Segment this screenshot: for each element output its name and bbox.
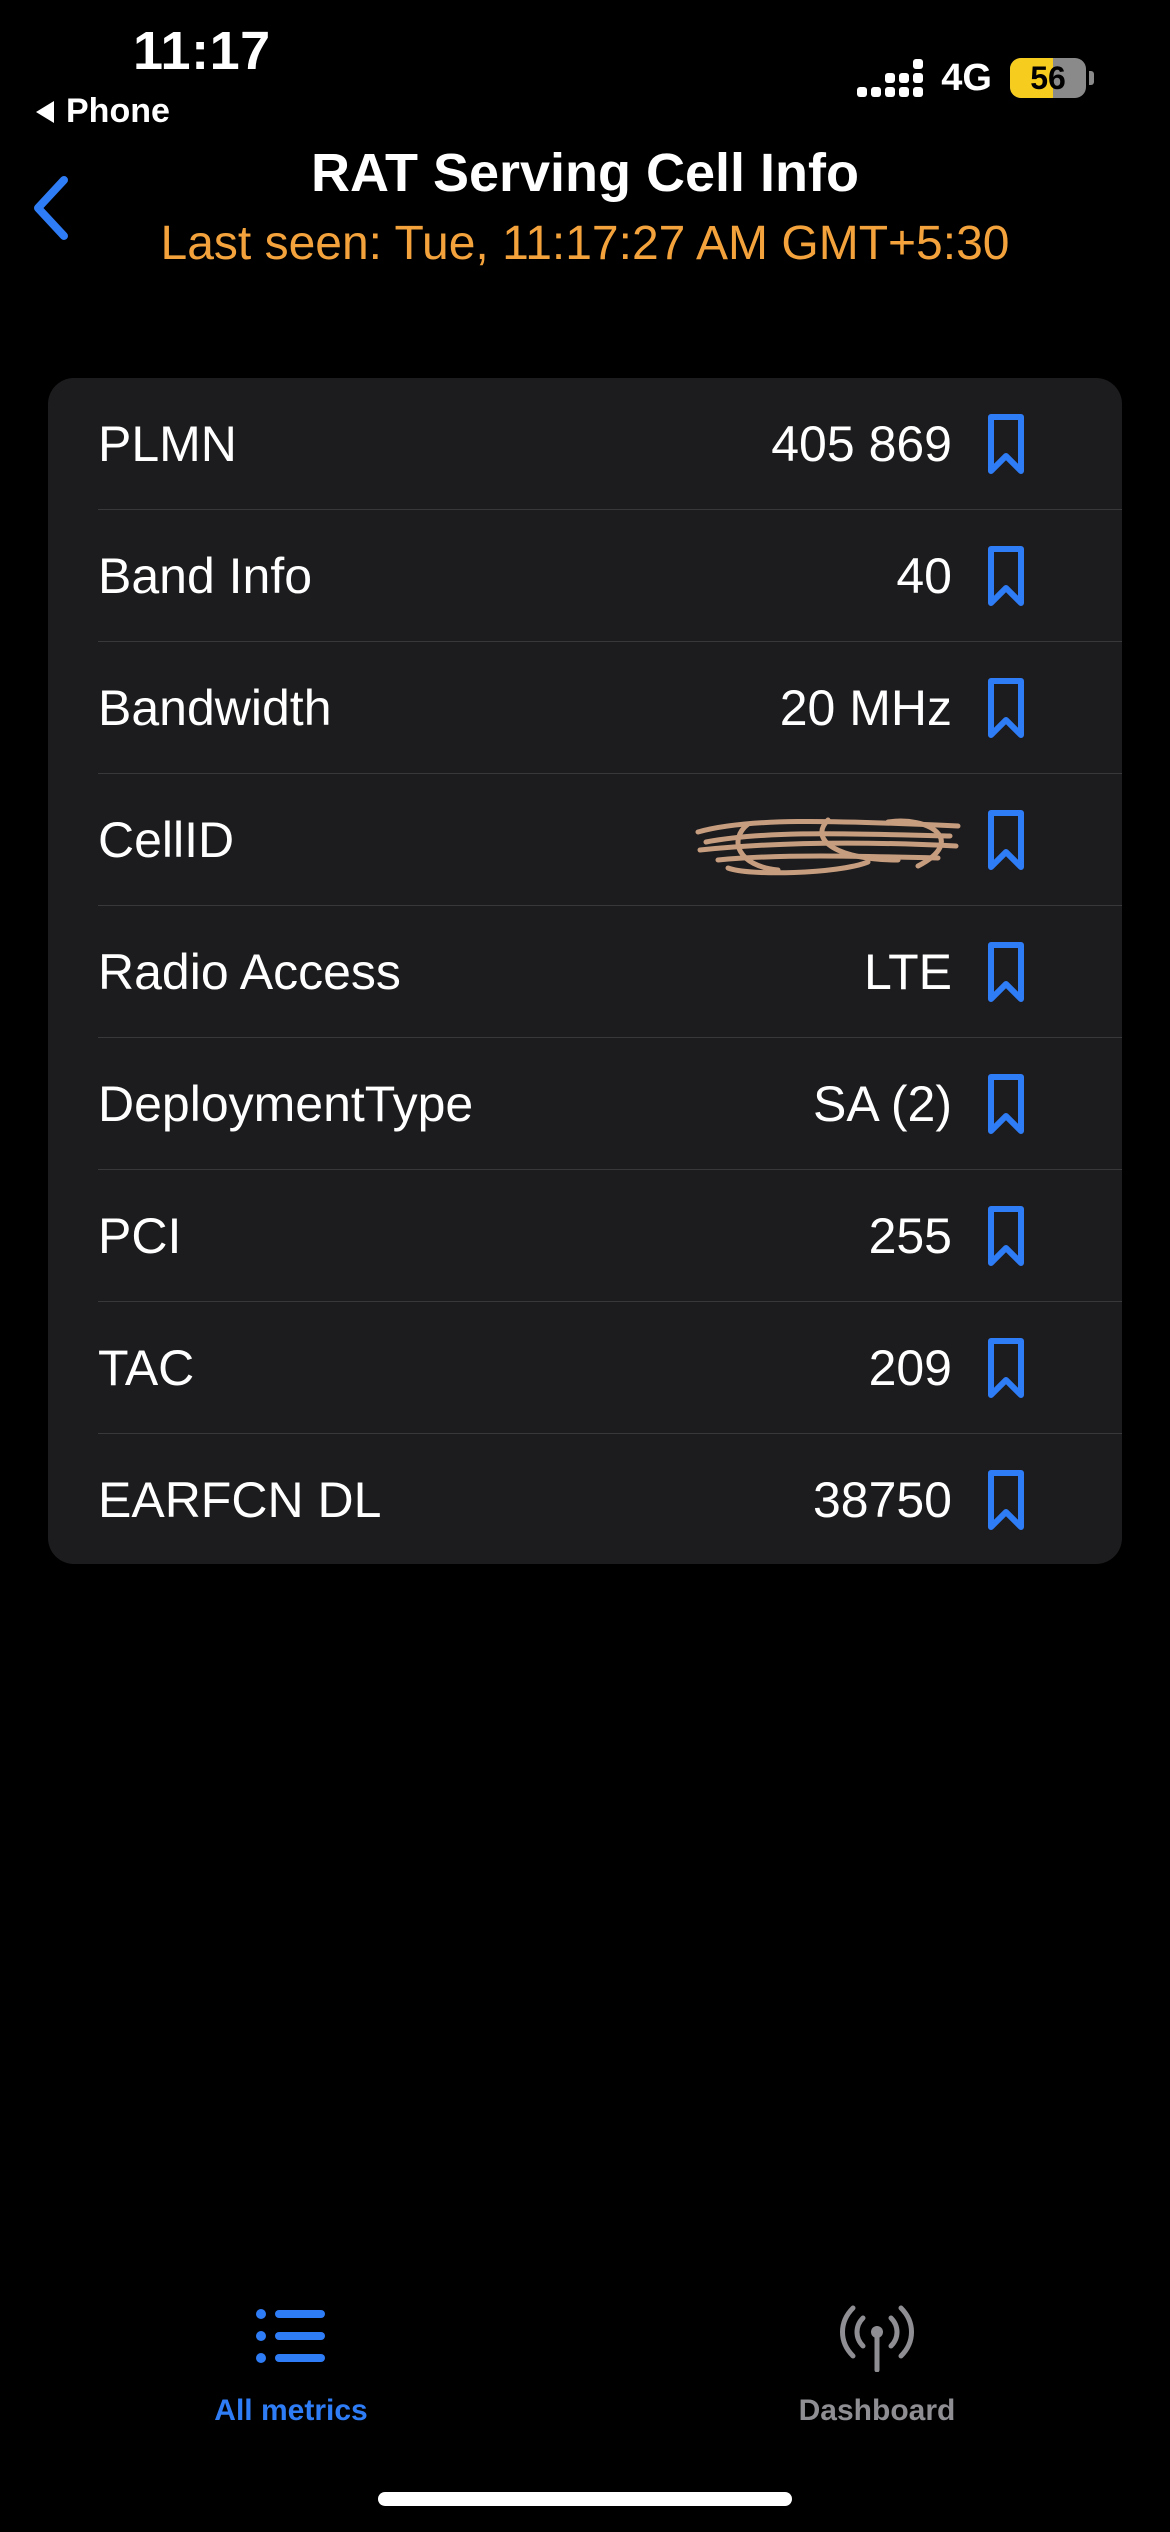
info-row-bandwidth: Bandwidth 20 MHz (48, 642, 1122, 774)
info-row-tac: TAC 209 (48, 1302, 1122, 1434)
row-label: DeploymentType (98, 1076, 474, 1132)
tab-label: Dashboard (798, 2394, 956, 2427)
tab-all-metrics[interactable]: All metrics (161, 2300, 421, 2428)
row-value: 405 869 (771, 416, 952, 472)
page-title: RAT Serving Cell Info (310, 143, 860, 203)
bookmark-icon[interactable] (986, 1072, 1026, 1136)
bookmark-icon[interactable] (986, 1204, 1026, 1268)
info-row-deployment-type: DeploymentType SA (2) (48, 1038, 1122, 1170)
bookmark-icon[interactable] (986, 412, 1026, 476)
tab-label: All metrics (214, 2394, 368, 2427)
info-row-cellid: CellID (48, 774, 1122, 906)
row-label: CellID (98, 812, 235, 868)
back-triangle-icon (36, 100, 54, 123)
row-label: PLMN (98, 416, 237, 472)
bookmark-icon[interactable] (986, 1336, 1026, 1400)
row-value: 255 (868, 1208, 952, 1264)
status-time: 11:17 (133, 21, 271, 81)
status-indicators: 4G 56 (857, 55, 1094, 101)
info-row-band-info: Band Info 40 (48, 510, 1122, 642)
bookmark-icon[interactable] (986, 940, 1026, 1004)
row-label: Bandwidth (98, 680, 332, 736)
bookmark-icon[interactable] (986, 676, 1026, 740)
row-label: TAC (98, 1340, 195, 1396)
cellular-signal-icon (857, 59, 924, 97)
row-value: 20 MHz (779, 680, 952, 736)
cell-info-card: PLMN 405 869 Band Info 40 Bandwidth 20 M… (48, 378, 1122, 1564)
row-label: Radio Access (98, 944, 401, 1000)
bookmark-icon[interactable] (986, 1468, 1026, 1532)
row-value: 40 (896, 548, 952, 604)
info-row-earfcn-dl: EARFCN DL 38750 (48, 1434, 1122, 1564)
info-row-plmn: PLMN 405 869 (48, 378, 1122, 510)
row-value: LTE (864, 944, 952, 1000)
list-icon (256, 2309, 325, 2363)
row-value: 209 (868, 1340, 952, 1396)
last-seen-subtitle: Last seen: Tue, 11:17:27 AM GMT+5:30 (160, 217, 1010, 270)
redaction-scribble (695, 817, 961, 876)
row-label: Band Info (98, 548, 313, 604)
row-label: EARFCN DL (98, 1472, 382, 1528)
bookmark-icon[interactable] (986, 544, 1026, 608)
battery-percentage: 56 (1030, 59, 1066, 96)
network-type: 4G (941, 56, 992, 99)
tab-dashboard[interactable]: Dashboard (747, 2300, 1007, 2428)
battery-icon: 56 (1010, 58, 1094, 98)
row-label: PCI (98, 1208, 182, 1264)
home-indicator[interactable] (378, 2492, 792, 2506)
bookmark-icon[interactable] (986, 808, 1026, 872)
back-to-app-link[interactable]: Phone (36, 92, 170, 131)
row-value: 38750 (812, 1472, 952, 1528)
screen: 11:17 Phone 4G 56 RAT Serving Cell Info … (0, 0, 1170, 2532)
info-row-radio-access: Radio Access LTE (48, 906, 1122, 1038)
back-app-label: Phone (66, 92, 170, 130)
row-value: SA (2) (813, 1076, 952, 1132)
antenna-icon (840, 2305, 914, 2372)
info-row-pci: PCI 255 (48, 1170, 1122, 1302)
